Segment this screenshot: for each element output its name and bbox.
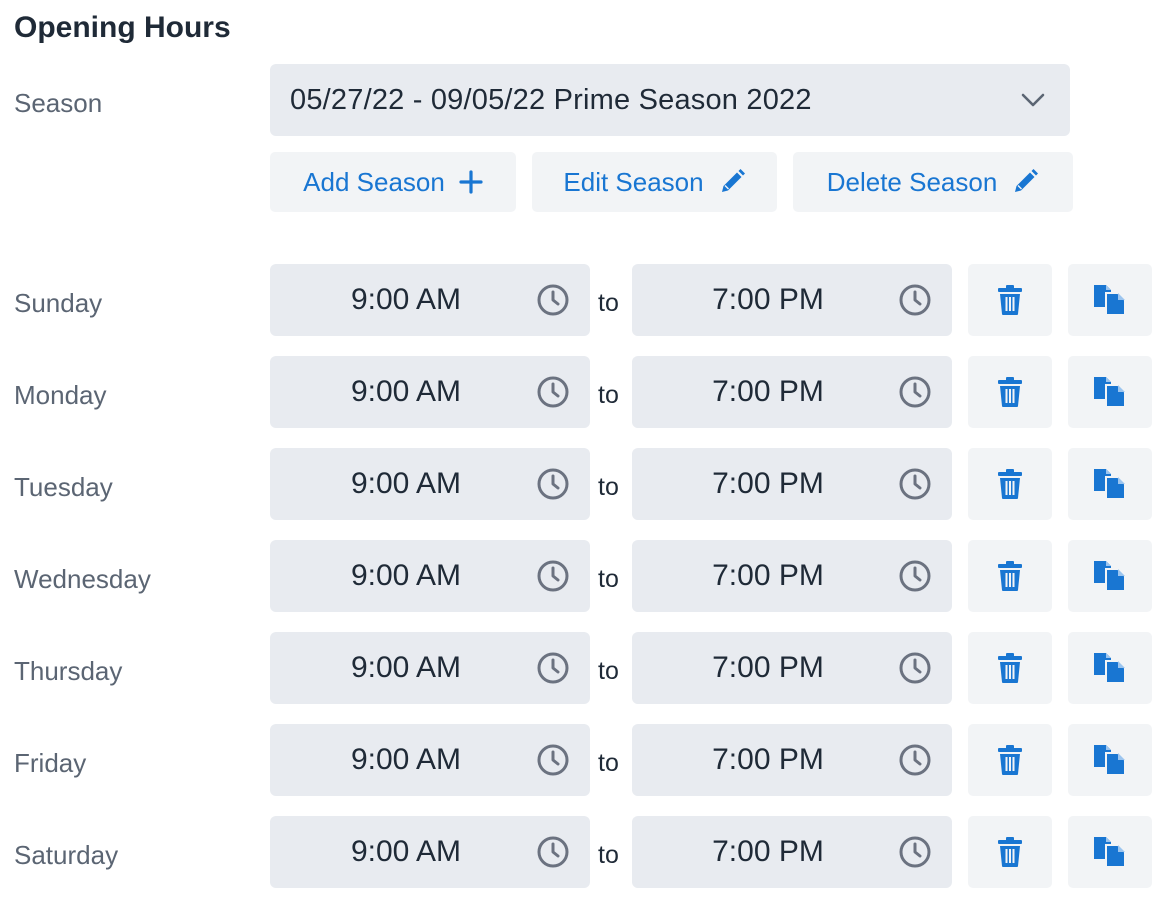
edit-season-label: Edit Season — [563, 166, 704, 197]
clock-icon — [537, 836, 569, 868]
copy-hours-button-tuesday[interactable] — [1068, 448, 1152, 520]
copy-hours-button-sunday[interactable] — [1068, 264, 1152, 336]
open-time-value: 9:00 AM — [350, 559, 462, 592]
clock-icon — [537, 284, 569, 316]
season-select-value: 05/27/22 - 09/05/22 Prime Season 2022 — [290, 83, 812, 116]
to-separator: to — [598, 289, 619, 317]
trash-icon — [998, 377, 1022, 407]
day-label-sunday: Sunday — [14, 288, 103, 318]
to-separator: to — [598, 657, 619, 685]
clock-icon — [899, 376, 931, 408]
open-time-value: 9:00 AM — [350, 651, 462, 684]
to-separator: to — [598, 565, 619, 593]
copy-icon — [1094, 377, 1126, 408]
add-season-button[interactable]: Add Season — [270, 152, 516, 212]
open-time-input-saturday[interactable]: 9:00 AM — [270, 816, 590, 888]
edit-season-button[interactable]: Edit Season — [532, 152, 777, 212]
close-time-value: 7:00 PM — [712, 651, 824, 684]
open-time-value: 9:00 AM — [350, 467, 462, 500]
to-separator: to — [598, 473, 619, 501]
open-time-value: 9:00 AM — [350, 375, 462, 408]
clock-icon — [899, 468, 931, 500]
close-time-input-sunday[interactable]: 7:00 PM — [632, 264, 952, 336]
copy-hours-button-wednesday[interactable] — [1068, 540, 1152, 612]
copy-icon — [1094, 285, 1126, 316]
add-season-label: Add Season — [303, 166, 445, 197]
copy-hours-button-thursday[interactable] — [1068, 632, 1152, 704]
close-time-input-tuesday[interactable]: 7:00 PM — [632, 448, 952, 520]
clock-icon — [537, 652, 569, 684]
day-label-friday: Friday — [14, 748, 87, 778]
trash-icon — [998, 745, 1022, 775]
clock-icon — [537, 468, 569, 500]
open-time-input-thursday[interactable]: 9:00 AM — [270, 632, 590, 704]
clock-icon — [899, 560, 931, 592]
trash-icon — [998, 837, 1022, 867]
pencil-icon — [721, 169, 745, 192]
day-label-tuesday: Tuesday — [14, 472, 113, 502]
close-time-input-saturday[interactable]: 7:00 PM — [632, 816, 952, 888]
close-time-value: 7:00 PM — [712, 283, 824, 316]
close-time-input-friday[interactable]: 7:00 PM — [632, 724, 952, 796]
delete-hours-button-sunday[interactable] — [968, 264, 1052, 336]
delete-hours-button-friday[interactable] — [968, 724, 1052, 796]
season-label: Season — [14, 88, 103, 118]
open-time-value: 9:00 AM — [350, 835, 462, 868]
copy-icon — [1094, 561, 1126, 592]
plus-icon — [459, 170, 483, 194]
delete-hours-button-saturday[interactable] — [968, 816, 1052, 888]
delete-hours-button-wednesday[interactable] — [968, 540, 1052, 612]
clock-icon — [537, 376, 569, 408]
day-label-saturday: Saturday — [14, 840, 119, 870]
copy-hours-button-monday[interactable] — [1068, 356, 1152, 428]
page-title: Opening Hours — [14, 11, 231, 44]
day-label-monday: Monday — [14, 380, 107, 410]
open-time-value: 9:00 AM — [350, 743, 462, 776]
clock-icon — [537, 744, 569, 776]
copy-hours-button-friday[interactable] — [1068, 724, 1152, 796]
trash-icon — [998, 285, 1022, 315]
trash-icon — [998, 653, 1022, 683]
day-label-wednesday: Wednesday — [14, 564, 151, 594]
to-separator: to — [598, 841, 619, 869]
close-time-value: 7:00 PM — [712, 375, 824, 408]
open-time-input-wednesday[interactable]: 9:00 AM — [270, 540, 590, 612]
trash-icon — [998, 561, 1022, 591]
clock-icon — [899, 836, 931, 868]
season-select[interactable]: 05/27/22 - 09/05/22 Prime Season 2022 — [270, 64, 1070, 136]
clock-icon — [899, 284, 931, 316]
close-time-input-monday[interactable]: 7:00 PM — [632, 356, 952, 428]
copy-icon — [1094, 745, 1126, 776]
to-separator: to — [598, 749, 619, 777]
open-time-input-monday[interactable]: 9:00 AM — [270, 356, 590, 428]
trash-icon — [998, 469, 1022, 499]
delete-hours-button-thursday[interactable] — [968, 632, 1052, 704]
delete-season-button[interactable]: Delete Season — [793, 152, 1073, 212]
day-label-thursday: Thursday — [14, 656, 123, 686]
copy-hours-button-saturday[interactable] — [1068, 816, 1152, 888]
close-time-value: 7:00 PM — [712, 835, 824, 868]
open-time-input-sunday[interactable]: 9:00 AM — [270, 264, 590, 336]
to-separator: to — [598, 381, 619, 409]
copy-icon — [1094, 469, 1126, 500]
open-time-input-friday[interactable]: 9:00 AM — [270, 724, 590, 796]
chevron-down-icon — [1021, 93, 1045, 107]
open-time-input-tuesday[interactable]: 9:00 AM — [270, 448, 590, 520]
delete-season-label: Delete Season — [826, 166, 998, 197]
close-time-value: 7:00 PM — [712, 559, 824, 592]
clock-icon — [899, 652, 931, 684]
close-time-input-wednesday[interactable]: 7:00 PM — [632, 540, 952, 612]
delete-hours-button-tuesday[interactable] — [968, 448, 1052, 520]
pencil-icon — [1015, 169, 1039, 192]
close-time-value: 7:00 PM — [712, 743, 824, 776]
copy-icon — [1094, 837, 1126, 868]
close-time-value: 7:00 PM — [712, 467, 824, 500]
close-time-input-thursday[interactable]: 7:00 PM — [632, 632, 952, 704]
copy-icon — [1094, 653, 1126, 684]
clock-icon — [537, 560, 569, 592]
delete-hours-button-monday[interactable] — [968, 356, 1052, 428]
clock-icon — [899, 744, 931, 776]
open-time-value: 9:00 AM — [350, 283, 462, 316]
